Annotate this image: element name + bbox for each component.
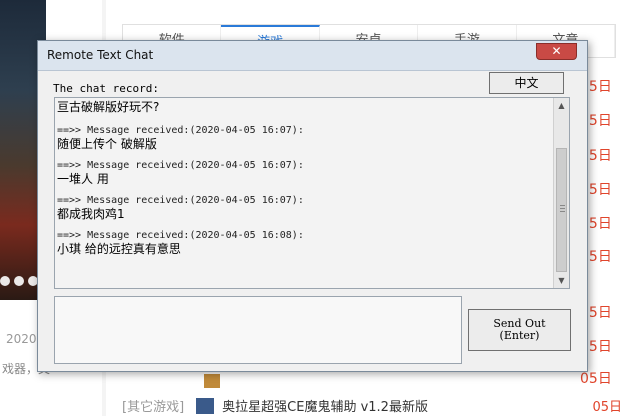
chat-message: ==>> Message received:(2020-04-05 16:07)… xyxy=(57,159,555,186)
close-button[interactable]: ✕ xyxy=(536,43,577,60)
scroll-down-arrow-icon[interactable]: ▼ xyxy=(554,273,569,288)
background-date-fragment: 2020- xyxy=(6,332,41,346)
chat-scrollbar[interactable]: ▲ ▼ xyxy=(553,98,569,288)
close-icon: ✕ xyxy=(551,44,562,58)
slider-dots xyxy=(0,276,38,286)
chat-message-body: 都成我肉鸡1 xyxy=(57,207,125,221)
background-list-row[interactable]: [其它游戏] 奥拉星超强CE魔鬼辅助 v1.2最新版 05日 xyxy=(122,396,622,415)
chat-message: ==>> Message received:(2020-04-05 16:07)… xyxy=(57,124,555,151)
background-row-icon xyxy=(196,397,215,414)
chat-message-header: ==>> Message received:(2020-04-05 16:08)… xyxy=(57,230,304,241)
language-toggle-button[interactable]: 中文 xyxy=(489,72,564,94)
background-game-thumbnail xyxy=(204,374,220,388)
send-button-shortcut: (Enter) xyxy=(499,329,540,342)
message-input-box[interactable] xyxy=(54,296,462,364)
chat-message: ==>> Message received:(2020-04-05 16:08)… xyxy=(57,229,555,256)
chat-message-body: 随便上传个 破解版 xyxy=(57,137,157,151)
chat-message: ==>> Message received:(2020-04-05 16:07)… xyxy=(57,194,555,221)
background-row-category[interactable]: [其它游戏] xyxy=(122,396,184,415)
slider-dot[interactable] xyxy=(14,276,24,286)
scrollbar-grip xyxy=(560,211,565,212)
message-input[interactable] xyxy=(55,297,461,363)
chat-message-body: 亘古破解版好玩不? xyxy=(57,100,160,114)
chat-record-label: The chat record: xyxy=(53,82,159,95)
slider-dot[interactable] xyxy=(0,276,10,286)
scrollbar-grip xyxy=(560,205,565,206)
scroll-up-arrow-icon[interactable]: ▲ xyxy=(554,98,569,113)
remote-text-chat-window: Remote Text Chat ✕ The chat record: 中文 亘… xyxy=(37,40,588,372)
chat-message-body: 小琪 给的远控真有意思 xyxy=(57,242,181,256)
chat-message-list: 亘古破解版好玩不? ==>> Message received:(2020-04… xyxy=(57,100,555,264)
chat-message-body: 一堆人 用 xyxy=(57,172,109,186)
chat-message-header: ==>> Message received:(2020-04-05 16:07)… xyxy=(57,160,304,171)
chat-message-header: ==>> Message received:(2020-04-05 16:07)… xyxy=(57,195,304,206)
chat-record-box[interactable]: 亘古破解版好玩不? ==>> Message received:(2020-04… xyxy=(54,97,570,289)
scrollbar-thumb[interactable] xyxy=(556,148,567,272)
window-title: Remote Text Chat xyxy=(47,48,154,62)
send-out-button[interactable]: Send Out (Enter) xyxy=(468,309,571,351)
window-titlebar[interactable]: Remote Text Chat ✕ xyxy=(38,41,587,71)
scrollbar-grip xyxy=(560,208,565,209)
chat-message-header: ==>> Message received:(2020-04-05 16:07)… xyxy=(57,125,304,136)
watermark: 新浪游戏 xyxy=(514,372,567,386)
background-row-date: 05日 xyxy=(592,400,622,415)
background-row-title[interactable]: 奥拉星超强CE魔鬼辅助 v1.2最新版 xyxy=(222,396,428,415)
